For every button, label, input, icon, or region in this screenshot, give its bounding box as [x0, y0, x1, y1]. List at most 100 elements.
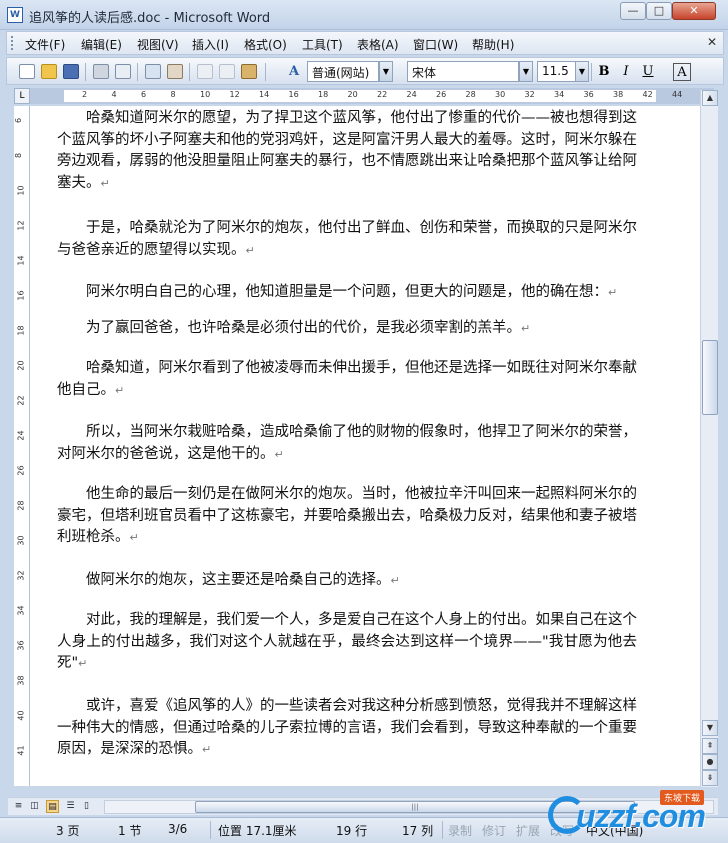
ruler-tick-label: 6 — [14, 117, 24, 124]
paste-icon[interactable] — [241, 64, 257, 79]
font-select[interactable]: 宋体 — [407, 61, 519, 82]
ruler-tick-label: 16 — [288, 90, 299, 99]
ruler-tick-label: 32 — [16, 570, 26, 581]
ruler-tick-label: 10 — [200, 90, 211, 99]
vertical-ruler[interactable]: 6 8 10 12 14 16 18 20 22 24 26 28 30 32 34 36 38 40 41 — [14, 106, 30, 786]
status-page: 3 页 — [56, 824, 80, 838]
status-position: 位置 17.1厘米 — [218, 824, 297, 838]
ruler-tick-label: 8 — [14, 152, 24, 159]
paragraph-mark: ↵ — [115, 383, 125, 397]
style-select[interactable]: 普通(网站) — [307, 61, 379, 82]
ruler-tick-label: 30 — [16, 535, 26, 546]
outline-view-icon[interactable]: ☰ — [64, 800, 77, 813]
tab-selector-icon[interactable]: L — [14, 88, 30, 104]
web-layout-icon[interactable]: ◫ — [28, 800, 41, 813]
status-page-count: 3/6 — [168, 822, 188, 836]
toolbar: A 普通(网站) ▼ 宋体 ▼ 11.5 ▼ B I U A — [6, 57, 724, 85]
document-page[interactable]: 哈桑知道阿米尔的愿望，为了捍卫这个蓝风筝，他付出了惨重的代价——被也想得到这个蓝… — [30, 106, 700, 786]
new-document-icon[interactable] — [19, 64, 35, 79]
menu-edit[interactable]: 编辑(E) — [81, 36, 122, 53]
research-icon[interactable] — [167, 64, 183, 79]
word-app-icon[interactable]: W — [7, 7, 23, 23]
ruler-tick-label: 36 — [583, 90, 594, 99]
font-size-select[interactable]: 11.5 — [537, 61, 577, 82]
spelling-check-icon[interactable] — [145, 64, 161, 79]
ruler-tick-label: 12 — [16, 220, 26, 231]
underline-button[interactable]: U — [639, 63, 657, 81]
paragraph-mark: ↵ — [245, 243, 255, 257]
toolbar-separator — [137, 63, 138, 81]
style-dropdown-icon[interactable]: ▼ — [379, 61, 393, 82]
vertical-scrollbar[interactable]: ▲ ▼ ⇞ ● ⇟ — [700, 90, 718, 787]
next-page-icon[interactable]: ⇟ — [702, 770, 718, 786]
paragraph-mark: ↵ — [129, 531, 139, 544]
menu-help[interactable]: 帮助(H) — [472, 36, 514, 53]
cut-icon[interactable] — [197, 64, 213, 79]
status-column: 17 列 — [402, 824, 434, 838]
copy-icon[interactable] — [219, 64, 235, 79]
menu-grip-handle[interactable] — [11, 36, 14, 50]
menu-tools[interactable]: 工具(T) — [302, 36, 343, 53]
ruler-tick-label: 40 — [16, 710, 26, 721]
menu-insert[interactable]: 插入(I) — [192, 36, 229, 53]
paragraph: 做阿米尔的炮灰，这主要还是哈桑自己的选择。↵ — [86, 572, 400, 588]
vertical-scroll-thumb[interactable] — [702, 340, 718, 415]
scroll-down-icon[interactable]: ▼ — [702, 720, 718, 736]
toolbar-separator — [189, 63, 190, 81]
paragraph-mark: ↵ — [78, 657, 88, 670]
menu-table[interactable]: 表格(A) — [357, 36, 399, 53]
toolbar-separator — [591, 63, 592, 81]
menu-window[interactable]: 窗口(W) — [413, 36, 458, 53]
select-browse-object-icon[interactable]: ● — [702, 754, 718, 770]
ruler-tick-label: 20 — [16, 360, 26, 371]
print-icon[interactable] — [93, 64, 109, 79]
maximize-button[interactable]: □ — [646, 2, 672, 20]
ruler-tick-label: 38 — [613, 90, 624, 99]
italic-button[interactable]: I — [617, 63, 635, 81]
ruler-tick-label: 10 — [16, 185, 26, 196]
ruler-tick-label: 18 — [16, 325, 26, 336]
font-color-button[interactable]: A — [673, 63, 691, 81]
status-extend[interactable]: 扩展 — [516, 822, 540, 839]
ruler-tick-label: 34 — [16, 605, 26, 616]
styles-pane-icon[interactable]: A — [285, 63, 303, 81]
horizontal-ruler[interactable]: 2 4 6 8 10 12 14 16 18 20 22 24 26 28 30 32 34 36 38 42 44 — [14, 88, 714, 104]
font-dropdown-icon[interactable]: ▼ — [519, 61, 533, 82]
close-button[interactable]: ✕ — [672, 2, 716, 20]
menu-view[interactable]: 视图(V) — [137, 36, 179, 53]
paragraph: 哈桑知道阿米尔的愿望，为了捍卫这个蓝风筝，他付出了惨重的代价——被也想得到这个蓝… — [57, 110, 637, 191]
previous-page-icon[interactable]: ⇞ — [702, 738, 718, 754]
paragraph-mark: ↵ — [390, 574, 400, 587]
ruler-tick-label: 32 — [524, 90, 535, 99]
paragraph: 所以，当阿米尔栽赃哈桑，造成哈桑偷了他的财物的假象时，他捍卫了阿米尔的荣誉，对阿… — [57, 424, 637, 462]
toolbar-separator — [85, 63, 86, 81]
print-preview-icon[interactable] — [115, 64, 131, 79]
scroll-up-icon[interactable]: ▲ — [702, 90, 718, 106]
title-bar: W 追风筝的人读后感.doc - Microsoft Word — □ ✕ — [0, 0, 728, 30]
menu-file[interactable]: 文件(F) — [25, 36, 65, 53]
minimize-button[interactable]: — — [620, 2, 646, 20]
watermark-badge: 东坡下载 — [660, 790, 705, 805]
reading-layout-icon[interactable]: ▯ — [80, 800, 93, 813]
font-size-dropdown-icon[interactable]: ▼ — [575, 61, 589, 82]
ruler-tick-label: 28 — [16, 500, 26, 511]
ruler-tick-label: 16 — [16, 290, 26, 301]
status-record-macro[interactable]: 录制 — [448, 822, 472, 839]
ruler-text-area — [64, 90, 656, 102]
menu-format[interactable]: 格式(O) — [244, 36, 287, 53]
menu-bar: 文件(F) 编辑(E) 视图(V) 插入(I) 格式(O) 工具(T) 表格(A… — [6, 31, 724, 55]
status-track-changes[interactable]: 修订 — [482, 822, 506, 839]
normal-view-icon[interactable]: ≡ — [12, 800, 25, 813]
ruler-tick-label: 18 — [318, 90, 329, 99]
window-title: 追风筝的人读后感.doc - Microsoft Word — [29, 11, 271, 26]
document-close-icon[interactable]: ✕ — [707, 35, 717, 49]
open-folder-icon[interactable] — [41, 64, 57, 79]
paragraph: 于是，哈桑就沦为了阿米尔的炮灰，他付出了鲜血、创伤和荣誉，而换取的只是阿米尔与爸… — [57, 220, 637, 258]
bold-button[interactable]: B — [595, 63, 613, 81]
ruler-tick-label: 22 — [16, 395, 26, 406]
paragraph: 哈桑知道，阿米尔看到了他被凌辱而未伸出援手，但他还是选择一如既往对阿米尔奉献他自… — [57, 360, 637, 398]
paragraph: 或许，喜爱《追风筝的人》的一些读者会对我这种分析感到愤怒，觉得我并不理解这样一种… — [57, 698, 637, 757]
ruler-tick-label: 4 — [111, 90, 117, 99]
print-layout-icon[interactable]: ▤ — [46, 800, 59, 813]
save-icon[interactable] — [63, 64, 79, 79]
